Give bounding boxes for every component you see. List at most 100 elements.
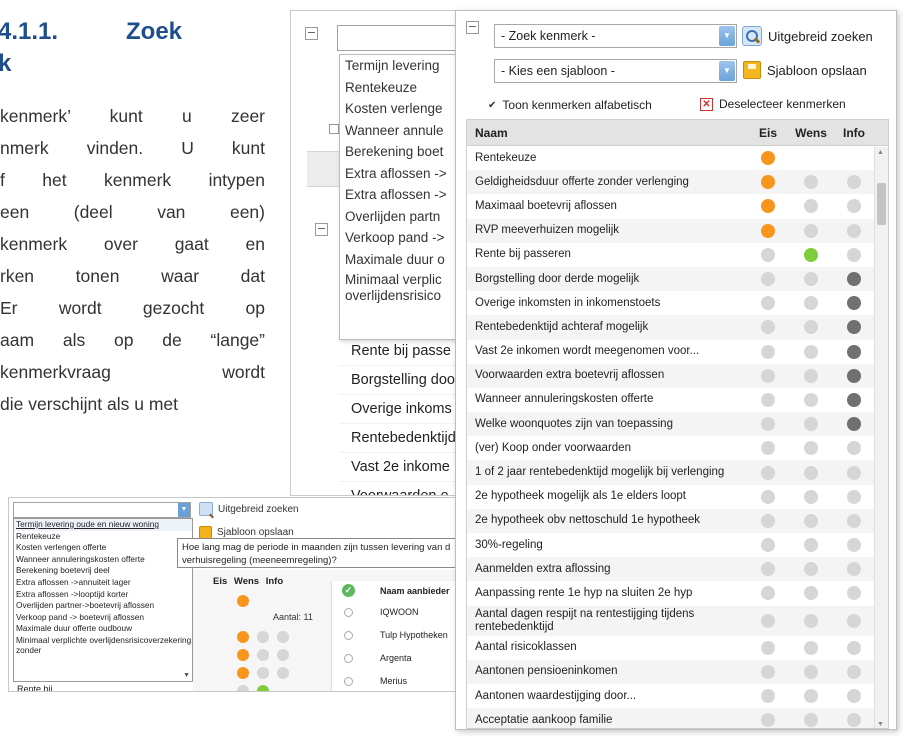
eis-dot[interactable]: [761, 489, 775, 504]
info-dot[interactable]: [847, 175, 861, 190]
info-dot[interactable]: [847, 640, 861, 655]
provider-row[interactable]: Argenta: [332, 647, 457, 670]
dropdown-option[interactable]: Berekening boet: [340, 141, 459, 163]
table-row[interactable]: Vast 2e inkomen wordt meegenomen voor...: [467, 340, 888, 364]
eis-dot[interactable]: [761, 368, 775, 383]
info-dot[interactable]: [847, 489, 861, 504]
info-dot[interactable]: [847, 392, 861, 407]
info-dot[interactable]: [847, 247, 861, 262]
table-row[interactable]: Aantonen pensioeninkomen: [467, 659, 888, 684]
radio-button[interactable]: [344, 654, 353, 663]
eis-dot[interactable]: [761, 538, 775, 553]
wens-dot[interactable]: [804, 689, 818, 704]
info-dot[interactable]: [277, 631, 289, 643]
table-row[interactable]: 2e hypotheek mogelijk als 1e elders loop…: [467, 485, 888, 509]
table-row[interactable]: Aantal risicoklassen: [467, 636, 888, 660]
dropdown-option[interactable]: Wanneer annuleringskosten offerte: [14, 554, 192, 566]
info-dot[interactable]: [847, 664, 861, 679]
info-dot[interactable]: [847, 223, 861, 238]
table-row[interactable]: (ver) Koop onder voorwaarden: [467, 436, 888, 460]
info-dot[interactable]: [847, 368, 861, 383]
wens-dot[interactable]: [804, 513, 818, 528]
dropdown-option[interactable]: Verkoop pand -> boetevrij aflossen: [14, 612, 192, 624]
eis-dot[interactable]: [237, 595, 249, 607]
info-dot[interactable]: [277, 667, 289, 679]
radio-button[interactable]: [344, 677, 353, 686]
dropdown-option[interactable]: Maximale duur offerte oudbouw: [14, 623, 192, 635]
feature-row[interactable]: Vast 2e inkome: [339, 453, 459, 482]
wens-dot[interactable]: [257, 649, 269, 661]
info-dot[interactable]: [847, 586, 861, 601]
eis-dot[interactable]: [761, 151, 775, 166]
collapse-icon[interactable]: −: [305, 27, 318, 40]
eis-dot[interactable]: [761, 247, 775, 262]
dropdown-option[interactable]: Wanneer annule: [340, 120, 459, 142]
table-row[interactable]: Aanmelden extra aflossing: [467, 557, 888, 582]
eis-dot[interactable]: [761, 613, 775, 628]
collapse-icon[interactable]: −: [466, 21, 479, 34]
scroll-down-icon[interactable]: ▼: [183, 672, 190, 679]
info-dot[interactable]: [847, 513, 861, 528]
dropdown-option[interactable]: Termijn levering oude en nieuw woning: [14, 519, 192, 531]
dropdown-option[interactable]: Minimaal verplic overlijdensrisico: [340, 270, 459, 306]
save-template-button[interactable]: Sjabloon opslaan: [743, 61, 867, 79]
scroll-up-icon[interactable]: ▲: [877, 149, 884, 156]
table-row[interactable]: Borgstelling door derde mogelijk: [467, 266, 888, 292]
eis-dot[interactable]: [761, 320, 775, 335]
wens-dot[interactable]: [804, 538, 818, 553]
table-row[interactable]: Overige inkomsten in inkomenstoets: [467, 291, 888, 315]
chevron-down-icon[interactable]: ▼: [719, 26, 735, 46]
table-row[interactable]: Aanpassing rente 1e hyp na sluiten 2e hy…: [467, 581, 888, 605]
dropdown-option[interactable]: Verkoop pand ->: [340, 227, 459, 249]
dropdown-option[interactable]: Berekening boetevrij deel: [14, 565, 192, 577]
search-feature-select[interactable]: - Zoek kenmerk - ▼: [494, 24, 737, 48]
chevron-down-icon[interactable]: ▼: [719, 61, 735, 81]
table-row[interactable]: Geldigheidsduur offerte zonder verlengin…: [467, 170, 888, 195]
dropdown-option[interactable]: Termijn levering: [340, 55, 459, 77]
eis-dot[interactable]: [237, 685, 249, 691]
eis-dot[interactable]: [761, 713, 775, 728]
eis-dot[interactable]: [761, 513, 775, 528]
eis-dot[interactable]: [761, 465, 775, 480]
eis-dot[interactable]: [237, 649, 249, 661]
wens-dot[interactable]: [804, 392, 818, 407]
feature-row[interactable]: Borgstelling doo: [339, 366, 459, 395]
dropdown-option[interactable]: Maximale duur o: [340, 249, 459, 271]
wens-dot[interactable]: [804, 713, 818, 728]
wens-dot[interactable]: [257, 685, 269, 691]
table-row[interactable]: Rente bij passeren: [467, 243, 888, 267]
advanced-search-button[interactable]: Uitgebreid zoeken: [742, 26, 873, 46]
dropdown-option[interactable]: Extra aflossen ->: [340, 163, 459, 185]
wens-dot[interactable]: [804, 199, 818, 214]
radio-button[interactable]: [344, 631, 353, 640]
info-dot[interactable]: [847, 417, 861, 432]
provider-row[interactable]: Merius: [332, 670, 457, 691]
wens-dot[interactable]: [804, 465, 818, 480]
wens-dot[interactable]: [804, 664, 818, 679]
template-select[interactable]: - Kies een sjabloon - ▼: [494, 59, 737, 83]
eis-dot[interactable]: [761, 175, 775, 190]
eis-dot[interactable]: [761, 199, 775, 214]
info-dot[interactable]: [847, 441, 861, 456]
wens-dot[interactable]: [804, 613, 818, 628]
search-select[interactable]: ▼: [13, 502, 191, 518]
wens-dot[interactable]: [804, 272, 818, 287]
table-row[interactable]: Aantonen waardestijging door...: [467, 684, 888, 708]
eis-dot[interactable]: [761, 223, 775, 238]
dropdown-option[interactable]: Extra aflossen ->annuiteit lager: [14, 577, 192, 589]
table-row[interactable]: 30%-regeling: [467, 533, 888, 557]
dropdown-option[interactable]: Kosten verlengen offerte: [14, 542, 192, 554]
dropdown-option[interactable]: Kosten verlenge: [340, 98, 459, 120]
info-dot[interactable]: [847, 562, 861, 577]
table-row[interactable]: Aantal dagen respijt na rentestijging ti…: [467, 605, 888, 636]
feature-row[interactable]: Overige inkoms: [339, 395, 459, 424]
wens-dot[interactable]: [804, 441, 818, 456]
chevron-down-icon[interactable]: ▼: [178, 503, 190, 517]
eis-dot[interactable]: [237, 631, 249, 643]
info-dot[interactable]: [847, 465, 861, 480]
table-row[interactable]: Acceptatie aankoop familie: [467, 708, 888, 728]
checkbox[interactable]: [329, 124, 339, 134]
dropdown-option[interactable]: Overlijden partner->boetevrij aflossen: [14, 600, 192, 612]
eis-dot[interactable]: [761, 562, 775, 577]
provider-row[interactable]: Tulp Hypotheken: [332, 624, 457, 647]
